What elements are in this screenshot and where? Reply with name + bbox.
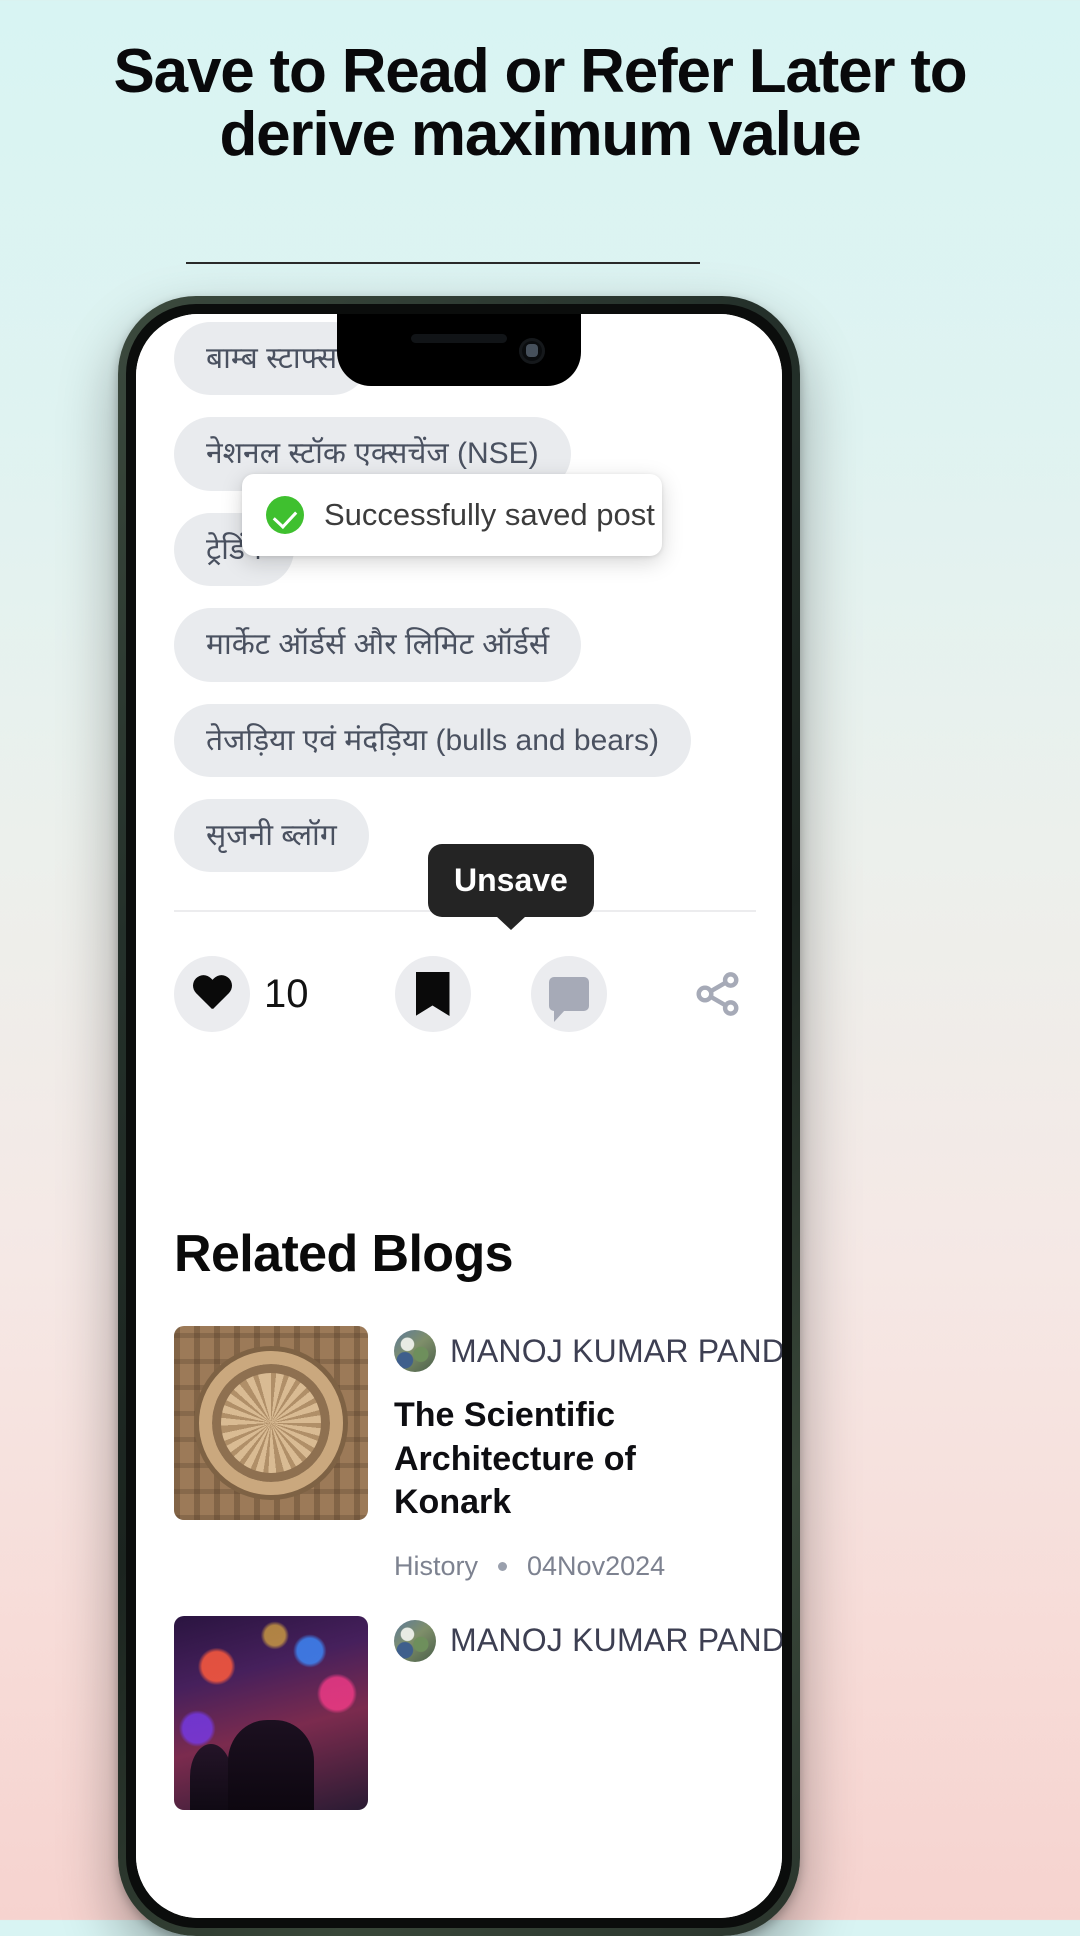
bookmark-icon-wrap xyxy=(394,956,471,1032)
list-item[interactable]: MANOJ KUMAR PANDA The Scientific Archite… xyxy=(174,1326,782,1582)
blog-author-name: MANOJ KUMAR PANDA xyxy=(450,1622,782,1659)
list-item[interactable]: MANOJ KUMAR PANDA xyxy=(174,1615,782,1810)
unsave-tooltip: Unsave xyxy=(428,844,594,917)
blog-thumbnail[interactable] xyxy=(174,1615,368,1810)
phone-screen: बाम्ब स्टाफ्स नेशनल स्टॉक एक्सचेंज (NSE)… xyxy=(136,314,782,1918)
blog-meta: History 04Nov2024 xyxy=(394,1551,756,1582)
share-button[interactable] xyxy=(688,966,750,1022)
comment-icon-wrap xyxy=(530,956,607,1032)
blog-date: 04Nov2024 xyxy=(527,1550,666,1581)
like-button[interactable]: 10 xyxy=(174,956,309,1032)
blog-body: MANOJ KUMAR PANDA The Scientific Archite… xyxy=(394,1326,782,1582)
page-title: Save to Read or Refer Later to derive ma… xyxy=(113,37,968,170)
related-blogs-section: Related Blogs MANOJ KUMAR PANDA The Scie… xyxy=(174,1224,782,1844)
blog-category: History xyxy=(394,1550,479,1581)
blog-author[interactable]: MANOJ KUMAR PANDA xyxy=(394,1330,782,1372)
blog-author-name: MANOJ KUMAR PANDA xyxy=(450,1332,782,1369)
check-circle-icon xyxy=(266,496,304,534)
earpiece-speaker xyxy=(411,334,507,343)
comment-button[interactable] xyxy=(530,956,607,1032)
tag-chip[interactable]: मार्केट ऑर्डर्स और लिमिट ऑर्डर्स xyxy=(174,608,582,682)
front-camera-icon xyxy=(519,338,545,364)
avatar xyxy=(394,1619,436,1662)
heart-icon xyxy=(192,976,232,1012)
phone-mockup: बाम्ब स्टाफ्स नेशनल स्टॉक एक्सचेंज (NSE)… xyxy=(118,296,800,1936)
blog-title[interactable]: The Scientific Architecture of Konark xyxy=(394,1394,756,1525)
heart-icon-wrap xyxy=(174,956,250,1032)
tag-chip[interactable]: तेजड़िया एवं मंदड़िया (bulls and bears) xyxy=(174,703,691,777)
like-count: 10 xyxy=(264,971,309,1016)
comment-icon xyxy=(548,977,589,1022)
blog-thumbnail[interactable] xyxy=(174,1326,368,1520)
related-blogs-title: Related Blogs xyxy=(174,1225,514,1283)
blog-author[interactable]: MANOJ KUMAR PANDA xyxy=(394,1619,782,1662)
phone-notch xyxy=(337,314,581,386)
save-button[interactable] xyxy=(394,956,471,1032)
post-action-bar: 10 xyxy=(174,934,756,1054)
tag-chip-list: बाम्ब स्टाफ्स नेशनल स्टॉक एक्सचेंज (NSE)… xyxy=(136,322,782,894)
bookmark-icon xyxy=(415,972,450,1016)
headline-divider xyxy=(186,262,700,264)
meta-separator-dot xyxy=(498,1561,508,1571)
share-icon xyxy=(696,972,739,1016)
blog-body: MANOJ KUMAR PANDA xyxy=(394,1616,782,1810)
toast-message: Successfully saved post xyxy=(324,497,655,532)
toast-notification: Successfully saved post xyxy=(242,474,662,556)
app-content: बाम्ब स्टाफ्स नेशनल स्टॉक एक्सचेंज (NSE)… xyxy=(136,314,782,1918)
avatar xyxy=(394,1330,436,1372)
tag-chip[interactable]: सृजनी ब्लॉग xyxy=(174,798,369,873)
